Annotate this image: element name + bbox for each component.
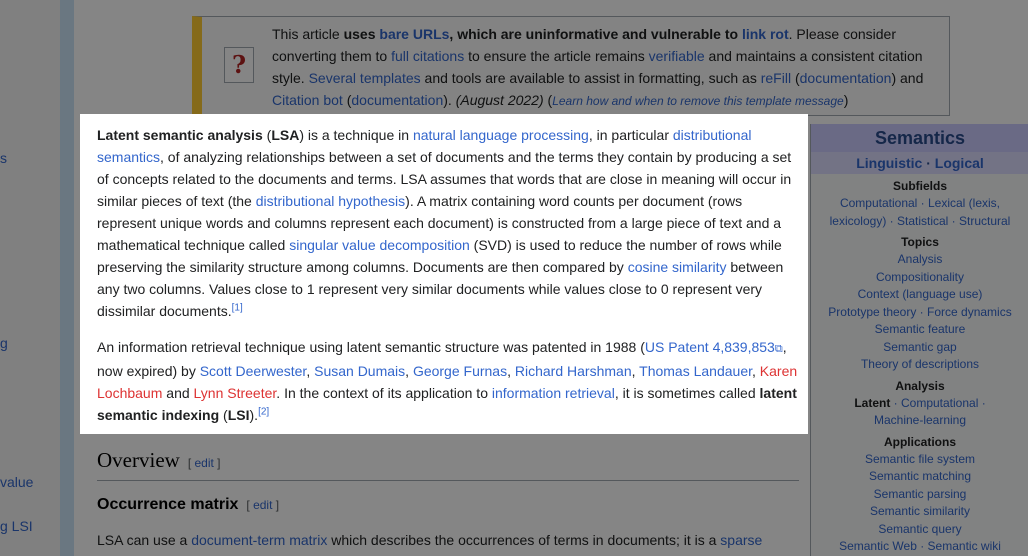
citation-bot-documentation-link[interactable]: documentation <box>351 92 443 108</box>
question-mark-icon: ? <box>224 47 254 83</box>
occurrence-matrix-heading: Occurrence matrix[ edit ] <box>97 496 280 513</box>
overview-edit-link[interactable]: edit <box>194 456 213 470</box>
applications-heading: Applications <box>883 434 956 449</box>
author-link[interactable]: George Furnas <box>413 363 507 379</box>
topic-link[interactable]: Compositionality <box>815 269 1025 287</box>
infobox-title[interactable]: Semantics <box>811 124 1028 152</box>
term-lsa: Latent semantic analysis <box>97 127 263 143</box>
analysis-link[interactable]: Machine-learning <box>815 412 1025 430</box>
occurrence-paragraph: LSA can use a document-term matrix which… <box>97 532 763 548</box>
document-term-matrix-link[interactable]: document-term matrix <box>191 532 327 548</box>
remove-template-link[interactable]: Learn how and when to remove this templa… <box>552 94 844 108</box>
topics-heading: Topics <box>901 235 939 249</box>
author-link[interactable]: Richard Harshman <box>515 363 632 379</box>
left-sidebar: s g value g LSI <box>0 0 60 556</box>
application-link[interactable]: Semantic similarity <box>815 503 1025 521</box>
linguistic-link[interactable]: Linguistic <box>856 155 922 171</box>
analysis-link[interactable]: · Computational · <box>890 396 986 410</box>
maintenance-notice: ? This article uses bare URLs, which are… <box>192 16 950 116</box>
sidebar-link[interactable]: g LSI <box>0 518 33 534</box>
sidebar-link[interactable]: g <box>0 335 8 351</box>
infobox-subtitle: Linguistic · Logical <box>811 152 1028 174</box>
occurrence-edit-link[interactable]: edit <box>253 498 272 512</box>
nlp-link[interactable]: natural language processing <box>413 127 589 143</box>
analysis-heading: Analysis <box>895 378 945 393</box>
refill-documentation-link[interactable]: documentation <box>800 70 892 86</box>
lead-paragraph-1: Latent semantic analysis (LSA) is a tech… <box>97 127 792 319</box>
application-link[interactable]: Semantic query <box>815 521 1025 539</box>
semantics-infobox: Semantics Linguistic · Logical Subfields… <box>810 124 1028 556</box>
topic-link[interactable]: Semantic gap <box>815 339 1025 357</box>
highlighted-lead-section: Latent semantic analysis (LSA) is a tech… <box>80 114 808 434</box>
logical-link[interactable]: Logical <box>935 155 984 171</box>
reference-2[interactable]: [2] <box>258 406 269 417</box>
distributional-hypothesis-link[interactable]: distributional hypothesis <box>256 193 405 209</box>
application-link[interactable]: Semantic Web · Semantic wiki <box>815 538 1025 556</box>
sidebar-link[interactable]: s <box>0 150 7 166</box>
us-patent-link[interactable]: US Patent 4,839,853 <box>645 339 775 355</box>
sidebar-link[interactable]: value <box>0 474 33 490</box>
sparse-link[interactable]: sparse <box>720 532 762 548</box>
notice-date: (August 2022) <box>455 92 544 108</box>
topic-link[interactable]: Context (language use) <box>815 286 1025 304</box>
topic-link[interactable]: Prototype theory · Force dynamics <box>815 304 1025 322</box>
cosine-similarity-link[interactable]: cosine similarity <box>628 259 727 275</box>
verifiable-link[interactable]: verifiable <box>649 48 705 64</box>
subfields-heading: Subfields <box>892 179 947 193</box>
bare-urls-link[interactable]: bare URLs <box>379 26 449 42</box>
information-retrieval-link[interactable]: information retrieval <box>492 385 615 401</box>
author-link[interactable]: Susan Dumais <box>314 363 405 379</box>
several-templates-link[interactable]: Several templates <box>309 70 421 86</box>
refill-link[interactable]: reFill <box>761 70 791 86</box>
application-link[interactable]: Semantic parsing <box>815 486 1025 504</box>
application-link[interactable]: Semantic matching <box>815 468 1025 486</box>
author-link[interactable]: Scott Deerwester <box>200 363 307 379</box>
overview-heading: Overview[ edit ] <box>97 448 799 481</box>
topic-link[interactable]: Analysis <box>815 251 1025 269</box>
analysis-latent: Latent <box>854 395 891 410</box>
author-redlink[interactable]: Lynn Streeter <box>194 385 277 401</box>
svd-link[interactable]: singular value decomposition <box>289 237 470 253</box>
analysis-list: Latent · Computational · Machine-learnin… <box>811 395 1028 430</box>
reference-1[interactable]: [1] <box>232 302 243 313</box>
lead-paragraph-2: An information retrieval technique using… <box>97 339 798 423</box>
applications-list: Semantic file system Semantic matching S… <box>811 451 1028 556</box>
topic-link[interactable]: Semantic feature <box>815 321 1025 339</box>
topics-list: Analysis Compositionality Context (langu… <box>811 251 1028 374</box>
sidebar-border <box>60 0 74 556</box>
subfields-list[interactable]: Computational · Lexical (lexis, lexicolo… <box>811 195 1028 230</box>
notice-text: This article uses bare URLs, which are u… <box>272 26 924 108</box>
full-citations-link[interactable]: full citations <box>391 48 464 64</box>
external-link-icon: ⧉ <box>774 343 783 355</box>
author-link[interactable]: Thomas Landauer <box>639 363 752 379</box>
application-link[interactable]: Semantic file system <box>815 451 1025 469</box>
citation-bot-link[interactable]: Citation bot <box>272 92 343 108</box>
topic-link[interactable]: Theory of descriptions <box>815 356 1025 374</box>
link-rot-link[interactable]: link rot <box>742 26 789 42</box>
